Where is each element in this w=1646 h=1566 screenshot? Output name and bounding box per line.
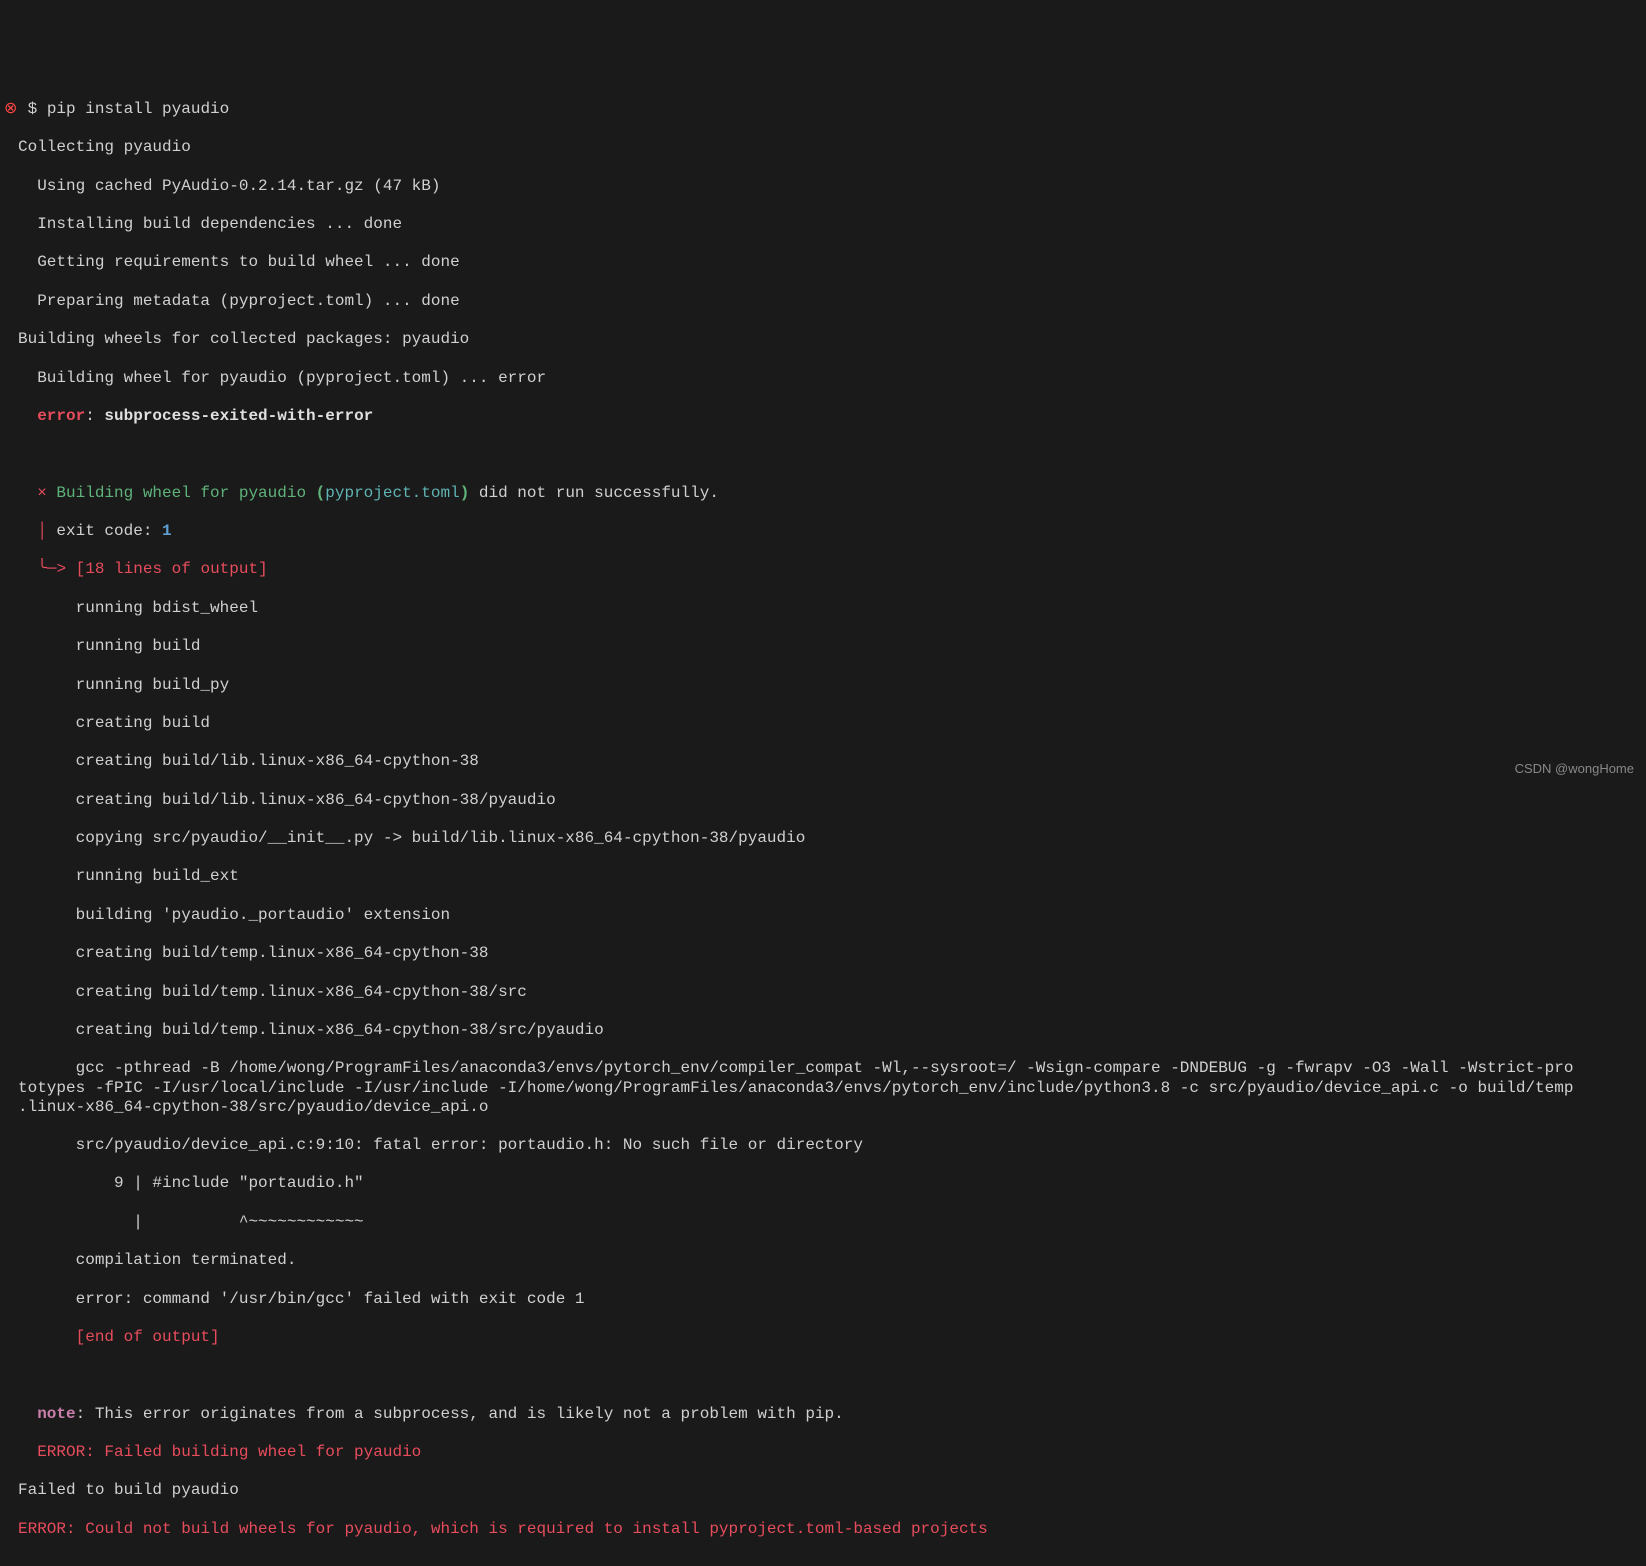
- output-line: creating build/lib.linux-x86_64-cpython-…: [0, 752, 1646, 771]
- output-line: × Building wheel for pyaudio (pyproject.…: [0, 484, 1646, 503]
- output-line: | ^~~~~~~~~~~~~: [0, 1213, 1646, 1232]
- output-line: creating build/temp.linux-x86_64-cpython…: [0, 1021, 1646, 1040]
- output-line: running build_py: [0, 676, 1646, 695]
- terminal-output: ⊗ $ pip install pyaudio Collecting pyaud…: [0, 81, 1646, 1558]
- exit-code: 1: [162, 522, 172, 540]
- watermark: CSDN @wongHome: [1515, 761, 1634, 777]
- close-icon: ⊗: [4, 100, 18, 119]
- output-line: │ exit code: 1: [0, 522, 1646, 541]
- output-line: creating build: [0, 714, 1646, 733]
- output-line: [0, 445, 1646, 464]
- prompt-symbol: $: [28, 100, 38, 118]
- output-line: creating build/temp.linux-x86_64-cpython…: [0, 983, 1646, 1002]
- output-line: creating build/temp.linux-x86_64-cpython…: [0, 944, 1646, 963]
- output-line: ╰─> [18 lines of output]: [0, 560, 1646, 579]
- output-line: Collecting pyaudio: [0, 138, 1646, 157]
- output-line: Using cached PyAudio-0.2.14.tar.gz (47 k…: [0, 177, 1646, 196]
- output-marker: [18 lines of output]: [76, 560, 268, 578]
- error-label: error: [37, 407, 85, 425]
- error-line: error: subprocess-exited-with-error: [0, 407, 1646, 426]
- tree-end-icon: ╰─>: [18, 560, 76, 578]
- output-line: [0, 1366, 1646, 1385]
- output-line: running build: [0, 637, 1646, 656]
- error-final: ERROR: Could not build wheels for pyaudi…: [0, 1520, 1646, 1539]
- error-failed-build: ERROR: Failed building wheel for pyaudio: [37, 1443, 421, 1461]
- note-line: note: This error originates from a subpr…: [0, 1405, 1646, 1424]
- output-line: Installing build dependencies ... done: [0, 215, 1646, 234]
- output-line: Getting requirements to build wheel ... …: [0, 253, 1646, 272]
- gcc-line: gcc -pthread -B /home/wong/ProgramFiles/…: [0, 1059, 1646, 1117]
- output-line: creating build/lib.linux-x86_64-cpython-…: [0, 791, 1646, 810]
- output-line: Building wheel for pyaudio (pyproject.to…: [0, 369, 1646, 388]
- pyproject-ref: pyproject.toml: [325, 484, 459, 502]
- note-label: note: [37, 1405, 75, 1423]
- output-line: 9 | #include "portaudio.h": [0, 1174, 1646, 1193]
- error-line: ERROR: Failed building wheel for pyaudio: [0, 1443, 1646, 1462]
- output-line: Preparing metadata (pyproject.toml) ... …: [0, 292, 1646, 311]
- output-line: compilation terminated.: [0, 1251, 1646, 1270]
- output-line: running bdist_wheel: [0, 599, 1646, 618]
- output-line: copying src/pyaudio/__init__.py -> build…: [0, 829, 1646, 848]
- fatal-error-line: src/pyaudio/device_api.c:9:10: fatal err…: [0, 1136, 1646, 1155]
- output-line: Failed to build pyaudio: [0, 1481, 1646, 1500]
- output-line: Building wheels for collected packages: …: [0, 330, 1646, 349]
- end-output-marker: [end of output]: [76, 1328, 220, 1346]
- build-msg: Building wheel for pyaudio: [56, 484, 315, 502]
- prompt-line[interactable]: ⊗ $ pip install pyaudio: [0, 100, 1646, 119]
- output-line: building 'pyaudio._portaudio' extension: [0, 906, 1646, 925]
- command-text: pip install pyaudio: [47, 100, 229, 118]
- tree-connector: │: [18, 522, 56, 540]
- output-line: running build_ext: [0, 867, 1646, 886]
- error-x-icon: ×: [18, 484, 56, 502]
- error-msg: subprocess-exited-with-error: [104, 407, 373, 425]
- output-line: [end of output]: [0, 1328, 1646, 1347]
- output-line: error: command '/usr/bin/gcc' failed wit…: [0, 1290, 1646, 1309]
